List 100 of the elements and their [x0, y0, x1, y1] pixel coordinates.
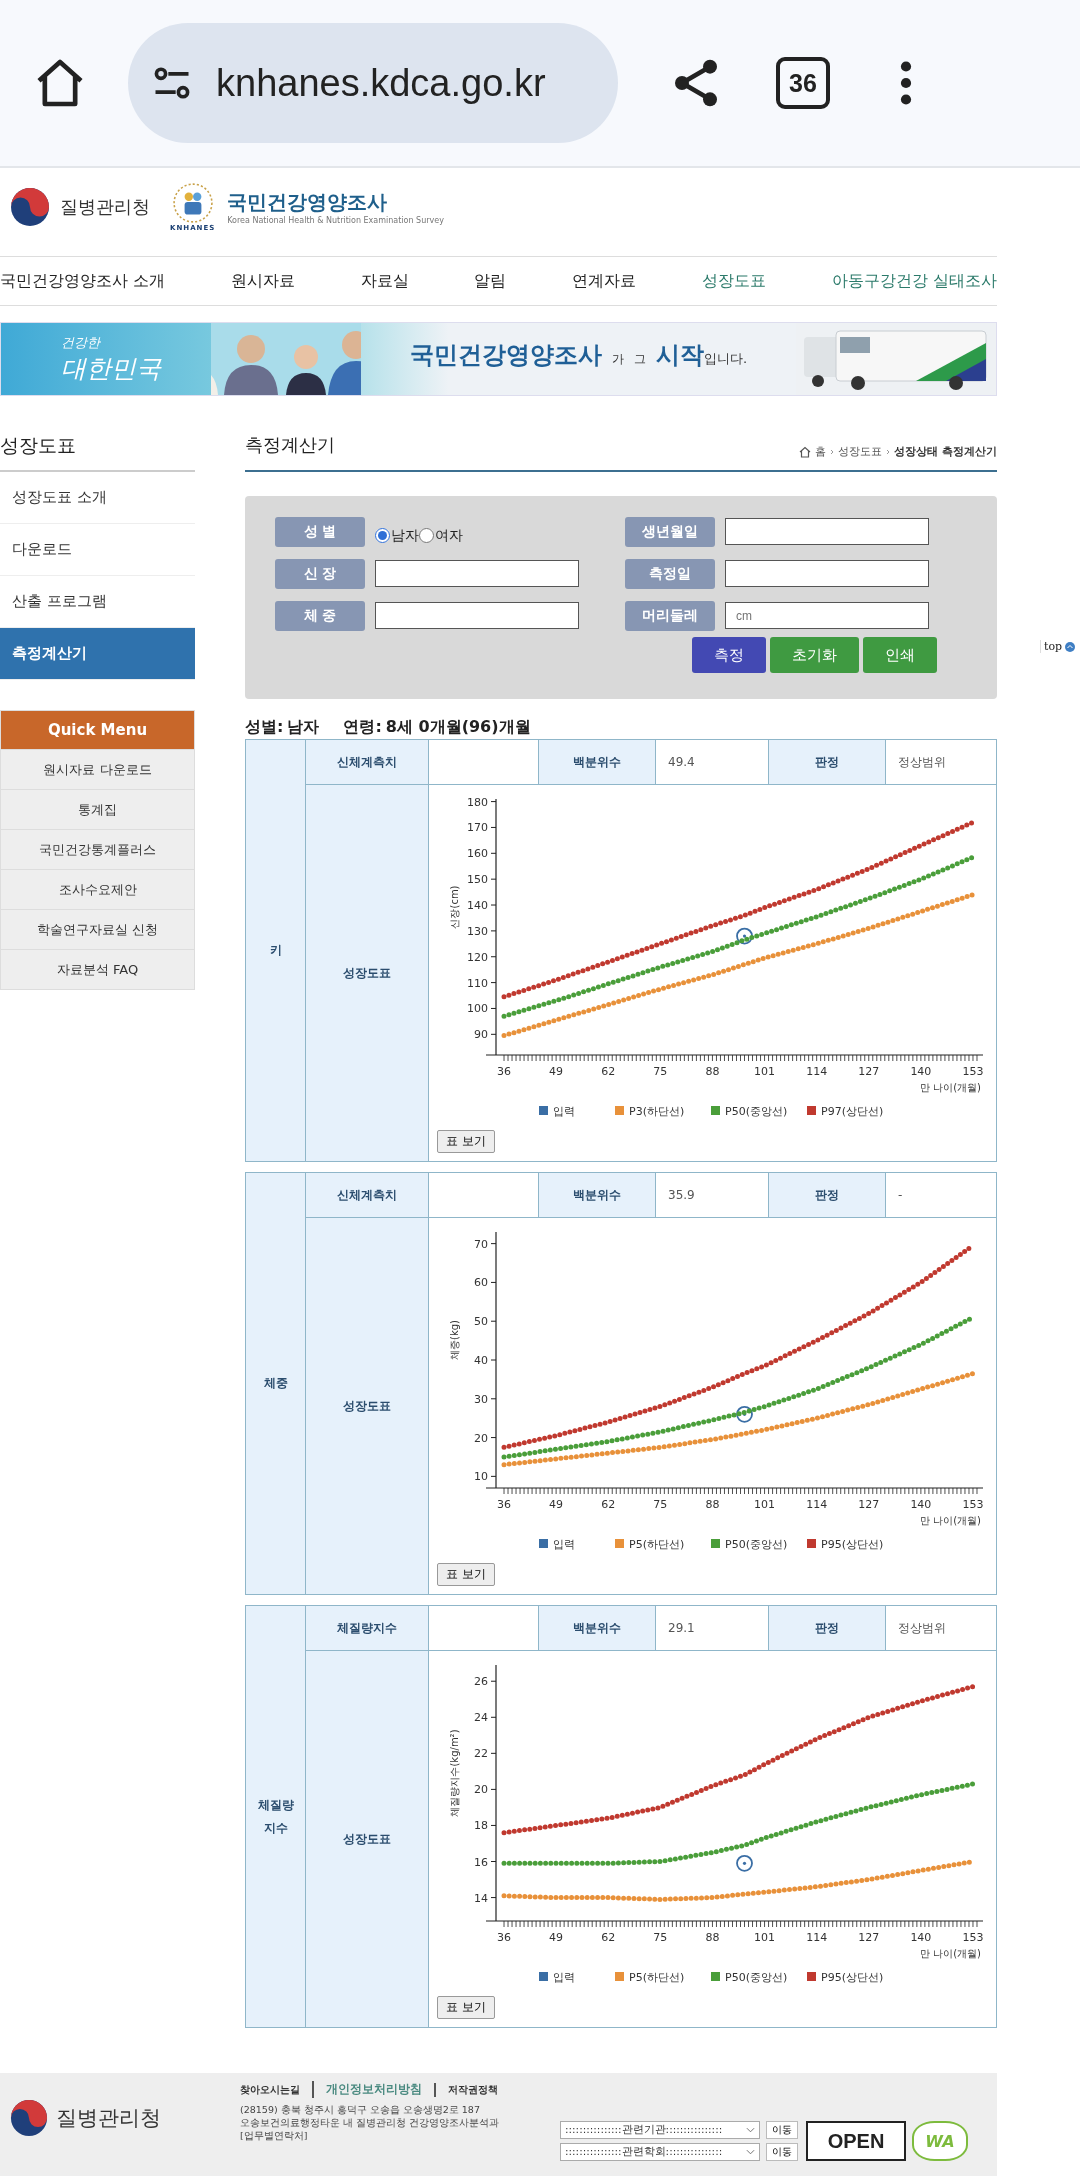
x-tick-label: 140 — [910, 1931, 932, 1944]
quick-menu-item[interactable]: 원시자료 다운로드 — [1, 749, 194, 789]
x-axis: 36 49 62 75 88 101 114 127 140 153 — [485, 1920, 984, 1944]
input-point-marker — [736, 1854, 753, 1872]
sidebar-item[interactable]: 성장도표 소개 — [0, 472, 195, 524]
legend-item[interactable]: P50(중앙선) — [711, 1538, 788, 1551]
legend-label: P97(상단선) — [821, 1105, 884, 1118]
y-axis: 90 100 110 120 130 140 150 160 170 180 — [467, 795, 497, 1056]
site-title[interactable]: 국민건강영양조사 — [227, 189, 444, 216]
x-tick-label: 101 — [754, 1931, 776, 1944]
sidebar-item[interactable]: 측정계산기 — [0, 628, 195, 680]
y-tick-label: 110 — [467, 976, 488, 990]
input-field[interactable] — [725, 518, 929, 545]
nav-item[interactable]: 연계자료 — [572, 270, 637, 292]
chevron-icon — [746, 2127, 755, 2133]
form-button[interactable]: 측정 — [692, 637, 766, 673]
survey-logo-icon — [171, 182, 214, 224]
legend-item[interactable]: 입력 — [539, 1971, 575, 1984]
input-field[interactable] — [375, 602, 579, 629]
chevron-icon — [830, 449, 835, 455]
quick-menu-item[interactable]: 국민건강통계플러스 — [1, 829, 194, 869]
form-button[interactable]: 초기화 — [770, 637, 859, 673]
footer-link[interactable]: 찾아오시는길 — [240, 2082, 300, 2097]
top-button[interactable]: top — [1040, 640, 1076, 653]
x-tick-label: 140 — [910, 1498, 932, 1511]
quick-menu-item[interactable]: 조사수요제안 — [1, 869, 194, 909]
radio-label[interactable]: 남자 — [391, 526, 419, 545]
legend-item[interactable]: P5(하단선) — [615, 1538, 685, 1551]
input-field[interactable] — [725, 560, 929, 587]
legend-label: P3(하단선) — [629, 1105, 685, 1118]
legend-item[interactable]: P5(하단선) — [615, 1971, 685, 1984]
promo-banner[interactable]: 건강한 대한민국 국민건강영양조사 가 그 시작입니다. — [0, 322, 997, 396]
radio-button[interactable] — [419, 528, 434, 543]
field-label: 측정일 — [625, 558, 715, 589]
show-table-button[interactable]: 표 보기 — [437, 1996, 495, 2019]
address-bar[interactable]: knhanes.kdca.go.kr — [128, 23, 618, 143]
legend-label: P95(상단선) — [821, 1538, 884, 1551]
menu-icon[interactable] — [900, 60, 912, 106]
radio-button[interactable] — [375, 528, 390, 543]
dropdown[interactable]: ::::::::::::::::관련학회:::::::::::::::: — [560, 2143, 760, 2161]
table-header-cell: 체질량지수 — [306, 1606, 429, 1651]
y-tick-label: 120 — [467, 950, 488, 964]
y-tick-label: 20 — [474, 1783, 488, 1797]
x-tick-label: 88 — [705, 1931, 720, 1944]
y-tick-label: 60 — [474, 1276, 488, 1290]
nav-item[interactable]: 국민건강영양조사 소개 — [0, 270, 165, 292]
nav-item[interactable]: 자료실 — [360, 270, 409, 292]
footer-link[interactable]: 저작권정책 — [434, 2082, 498, 2097]
footer-link[interactable]: 개인정보처리방침 — [312, 2081, 422, 2098]
y-tick-label: 22 — [474, 1747, 488, 1761]
y-tick-label: 100 — [467, 1002, 488, 1016]
nav-item[interactable]: 성장도표 — [702, 270, 767, 292]
show-table-button[interactable]: 표 보기 — [437, 1563, 495, 1586]
y-tick-label: 40 — [474, 1354, 488, 1367]
table-header-cell: 판정 — [769, 1606, 886, 1651]
home-icon[interactable] — [799, 446, 812, 458]
summary-value: 8세 0개월(96)개월 — [385, 716, 531, 738]
table-header-cell: 판정 — [769, 740, 886, 785]
legend-item[interactable]: P50(중앙선) — [711, 1971, 788, 1984]
legend-item[interactable]: 입력 — [539, 1538, 575, 1551]
breadcrumb-link[interactable]: 홈 — [815, 445, 827, 459]
x-tick-label: 140 — [910, 1065, 932, 1078]
nav-item[interactable]: 알림 — [474, 270, 507, 292]
y-axis: 14 16 18 20 22 24 26 — [474, 1664, 497, 1922]
x-tick-label: 88 — [705, 1498, 720, 1511]
radio-label[interactable]: 여자 — [435, 526, 463, 545]
go-button[interactable]: 이동 — [766, 2143, 798, 2161]
breadcrumb-link[interactable]: 성장상태 측정계산기 — [894, 445, 997, 459]
legend-item[interactable]: 입력 — [539, 1105, 575, 1118]
input-field[interactable]: cm — [725, 602, 929, 629]
taegeuk-logo-icon — [10, 2099, 48, 2137]
quick-menu-item[interactable]: 학술연구자료실 신청 — [1, 909, 194, 949]
form-button[interactable]: 인쇄 — [863, 637, 937, 673]
tab-count-button[interactable]: 36 — [776, 57, 830, 109]
y-tick-label: 10 — [474, 1470, 488, 1484]
breadcrumb-link[interactable]: 성장도표 — [838, 445, 883, 459]
quick-menu-item[interactable]: 통계집 — [1, 789, 194, 829]
legend-item[interactable]: P97(상단선) — [807, 1105, 884, 1118]
section-label: 체질량 지수 — [257, 1796, 294, 1837]
axis-title: 체중(kg) — [449, 1320, 460, 1360]
legend-item[interactable]: P3(하단선) — [615, 1105, 685, 1118]
input-field[interactable] — [375, 560, 579, 587]
x-tick-label: 49 — [549, 1498, 564, 1511]
legend-item[interactable]: P50(중앙선) — [711, 1105, 788, 1118]
axis-title: 만 나이(개월) — [920, 1515, 981, 1526]
go-button[interactable]: 이동 — [766, 2121, 798, 2139]
legend-item[interactable]: P95(상단선) — [807, 1971, 884, 1984]
summary-label: 연령: — [343, 716, 382, 738]
agency-name[interactable]: 질병관리청 — [60, 195, 150, 219]
quick-menu-item[interactable]: 자료분석 FAQ — [1, 949, 194, 989]
nav-item[interactable]: 원시자료 — [230, 270, 295, 292]
address-text: (28159) 충북 청주시 흥덕구 오송읍 오송생명2로 187 — [240, 2104, 481, 2117]
legend-item[interactable]: P95(상단선) — [807, 1538, 884, 1551]
show-table-button[interactable]: 표 보기 — [437, 1130, 495, 1153]
legend-label: 입력 — [553, 1971, 575, 1984]
sidebar-item[interactable]: 다운로드 — [0, 524, 195, 576]
nav-item[interactable]: 아동구강건강 실태조사 — [832, 270, 997, 292]
summary-label: 성별: — [245, 716, 284, 738]
x-tick-label: 88 — [705, 1065, 720, 1078]
dropdown[interactable]: ::::::::::::::::관련기관:::::::::::::::: — [560, 2121, 760, 2139]
